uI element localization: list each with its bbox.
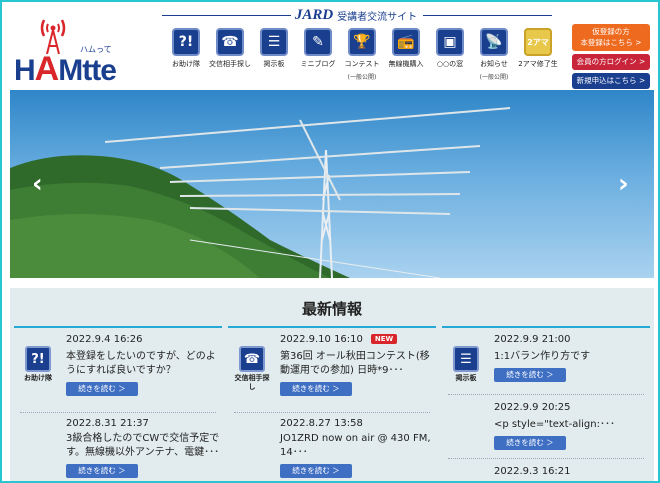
- news-category-board[interactable]: ☰ 掲示板: [448, 346, 484, 383]
- read-more-button[interactable]: 続きを読む ＞: [494, 368, 566, 382]
- nav-item-news[interactable]: 📡 お知らせ (一般公開): [473, 28, 515, 81]
- nav-item-help[interactable]: ?! お助け隊: [165, 28, 207, 81]
- news-text[interactable]: JO1ZRD now on air @ 430 FM, 14･･･: [280, 432, 436, 460]
- help-icon: ?!: [172, 28, 200, 56]
- read-more-button[interactable]: 続きを読む ＞: [66, 464, 138, 478]
- graduate-badge-icon: 2アマ: [524, 28, 552, 56]
- handheld-radio-icon: ☎: [239, 346, 265, 372]
- hero-slider: ‹ ›: [10, 90, 654, 278]
- news-date-text: 2022.9.10 16:10: [280, 334, 363, 345]
- nav-label: 掲示板: [263, 60, 285, 68]
- nav-item-radio-purchase[interactable]: 📻 無線機購入: [385, 28, 427, 81]
- site-logo[interactable]: HAMtte ハムって: [10, 14, 160, 88]
- board-icon: ☰: [260, 28, 288, 56]
- help-icon: ?!: [25, 346, 51, 372]
- slider-prev-arrow[interactable]: ‹: [32, 171, 43, 197]
- title-rule-right: [423, 14, 552, 16]
- news-date: 2022.9.10 16:10 NEW: [280, 334, 398, 345]
- nav-note: (一般公開): [347, 74, 377, 81]
- category-label: 交信相手探し: [234, 374, 270, 391]
- hero-image: [10, 107, 511, 278]
- site-title: JARD 受講者交流サイト: [162, 6, 552, 24]
- news-date: 2022.9.9 20:25: [494, 402, 571, 413]
- window-icon: ▣: [436, 28, 464, 56]
- news-text[interactable]: 本登録をしたいのですが、どのようにすれば良いですか？: [66, 350, 222, 378]
- read-more-button[interactable]: 続きを読む ＞: [66, 382, 138, 396]
- news-date: 2022.8.27 13:58: [280, 418, 363, 429]
- nav-item-window[interactable]: ▣ ○○の窓: [429, 28, 471, 81]
- news-text[interactable]: 3級合格したのでCWで交信予定です。無線機以外アンテナ、電鍵･･･: [66, 432, 222, 460]
- divider: [448, 394, 644, 395]
- nav-label: 無線機購入: [388, 60, 424, 68]
- news-date: 2022.8.31 21:37: [66, 418, 149, 429]
- divider: [234, 412, 430, 413]
- nav-label: 交信相手探し: [209, 60, 251, 68]
- nav-note: (一般公開): [479, 74, 509, 81]
- news-heading: 最新情報: [301, 300, 362, 318]
- nav-item-board[interactable]: ☰ 掲示板: [253, 28, 295, 81]
- trophy-icon: 🏆: [348, 28, 376, 56]
- provisional-register-button[interactable]: 仮登録の方 本登録はこちら >: [572, 24, 650, 51]
- board-icon: ☰: [453, 346, 479, 372]
- account-buttons: 仮登録の方 本登録はこちら > 会員の方ログイン > 新規申込はこちら >: [572, 24, 650, 92]
- news-date: 2022.9.3 16:21: [494, 466, 571, 477]
- column-rule: [14, 326, 222, 328]
- latest-news: 最新情報 ?! お助け隊 2022.9.4 16:26 本登録をしたいのですが、…: [10, 288, 654, 481]
- new-badge: NEW: [370, 334, 398, 344]
- slider-next-arrow[interactable]: ›: [618, 171, 629, 197]
- handheld-radio-icon: ☎: [216, 28, 244, 56]
- nav-label: コンテスト: [344, 60, 380, 68]
- news-category-help[interactable]: ?! お助け隊: [20, 346, 56, 383]
- antenna-icon: 📡: [480, 28, 508, 56]
- nav-item-contest[interactable]: 🏆 コンテスト (一般公開): [341, 28, 383, 81]
- main-nav: ?! お助け隊 ☎ 交信相手探し ☰ 掲示板 ✎ ミニブログ 🏆 コンテスト (…: [165, 28, 559, 81]
- radio-icon: 📻: [392, 28, 420, 56]
- new-application-button[interactable]: 新規申込はこちら >: [572, 73, 650, 89]
- news-text[interactable]: 第36回 オール秋田コンテスト(移動運用での参加) 日時*9･･･: [280, 350, 436, 378]
- nav-item-partner-search[interactable]: ☎ 交信相手探し: [209, 28, 251, 81]
- button-line: 本登録はこちら >: [580, 38, 642, 47]
- divider: [448, 458, 644, 459]
- nav-item-miniblog[interactable]: ✎ ミニブログ: [297, 28, 339, 81]
- jard-brand: JARD: [294, 6, 334, 23]
- page-frame: HAMtte ハムって JARD 受講者交流サイト ?! お助け隊 ☎ 交信相手…: [0, 0, 660, 483]
- nav-label: ○○の窓: [436, 60, 464, 68]
- title-rule-left: [162, 14, 291, 16]
- button-line: 仮登録の方: [592, 27, 630, 36]
- news-text[interactable]: 1:1バラン作り方です: [494, 350, 650, 364]
- nav-label: お助け隊: [172, 60, 200, 68]
- news-category-partner[interactable]: ☎ 交信相手探し: [234, 346, 270, 392]
- logo-wordmark: HAMtte: [14, 50, 117, 88]
- read-more-button[interactable]: 続きを読む ＞: [494, 436, 566, 450]
- column-rule: [442, 326, 650, 328]
- news-date: 2022.9.4 16:26: [66, 334, 143, 345]
- pen-icon: ✎: [304, 28, 332, 56]
- logo-subtitle: ハムって: [80, 45, 112, 54]
- nav-label: 2アマ修了生: [518, 60, 558, 68]
- nav-label: ミニブログ: [300, 60, 336, 68]
- read-more-button[interactable]: 続きを読む ＞: [280, 382, 352, 396]
- divider: [20, 412, 216, 413]
- read-more-button[interactable]: 続きを読む ＞: [280, 464, 352, 478]
- site-title-text: 受講者交流サイト: [337, 11, 418, 23]
- news-text[interactable]: <p style="text-align:･･･: [494, 418, 650, 432]
- category-label: 掲示板: [455, 374, 477, 382]
- news-date: 2022.9.9 21:00: [494, 334, 571, 345]
- nav-item-2ama[interactable]: 2アマ 2アマ修了生: [517, 28, 559, 81]
- antenna-tower-icon: [40, 19, 66, 54]
- category-label: お助け隊: [24, 374, 52, 382]
- column-rule: [228, 326, 436, 328]
- member-login-button[interactable]: 会員の方ログイン >: [572, 54, 650, 70]
- nav-label: お知らせ: [480, 60, 508, 68]
